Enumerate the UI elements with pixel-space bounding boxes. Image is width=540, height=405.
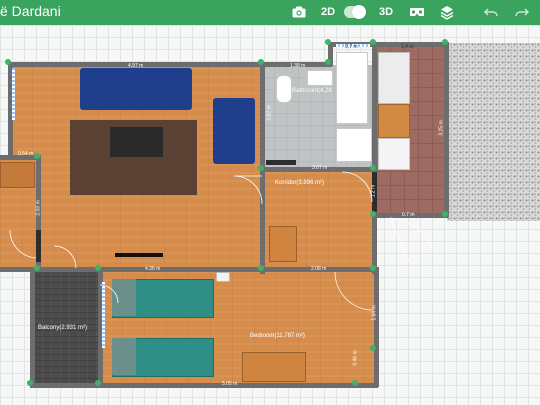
corner-node[interactable] [34, 153, 40, 159]
dim-bedroom-bottom-side: 0.46 m [352, 350, 359, 366]
dim-left-top: 0.54 m [18, 151, 34, 157]
corner-node[interactable] [258, 165, 264, 171]
window-left[interactable] [12, 68, 15, 120]
dim-bedroom-side: 1.64 m [371, 305, 378, 321]
corner-node[interactable] [442, 39, 448, 45]
dim-bath-right-top: 0.7 m [345, 44, 358, 50]
room-label-corridor[interactable]: Korridor(3.896 m²) [275, 180, 324, 186]
dim-living-top: 4.97 m [128, 63, 144, 69]
door-swings [9, 171, 433, 311]
corner-node[interactable] [258, 265, 264, 271]
corner-node[interactable] [95, 265, 101, 271]
corner-node[interactable] [325, 59, 331, 65]
dim-pantry-top: 1.4 m [401, 44, 414, 50]
dim-living-bottom: 4.36 m [145, 266, 161, 272]
corner-node[interactable] [34, 265, 40, 271]
dim-bedroom-bottom: 5.05 m [222, 381, 238, 387]
dim-corridor-side: 1.2 m [370, 184, 377, 198]
window-bedroom[interactable] [102, 282, 105, 348]
room-label-bathroom[interactable]: Bathroom(4.28 [292, 88, 332, 94]
room-label-bedroom[interactable]: Bedroom(11.787 m²) [250, 333, 305, 339]
corner-node[interactable] [352, 380, 358, 386]
dim-pantry-height: 3.25 m [438, 120, 445, 136]
corner-node[interactable] [5, 59, 11, 65]
corner-node[interactable] [370, 39, 376, 45]
dim-bath-height: 1.82 m [266, 105, 273, 121]
corner-node[interactable] [442, 211, 448, 217]
dim-bath-bottom: 3.07 m [312, 165, 328, 171]
room-label-balcony[interactable]: Balcony(2.931 m²) [38, 325, 87, 331]
dim-bath-top: 1.38 m [290, 63, 306, 69]
corner-node[interactable] [27, 380, 33, 386]
corner-node[interactable] [258, 59, 264, 65]
corner-node[interactable] [370, 165, 376, 171]
dim-corridor-bottom: 2.08 m [311, 266, 327, 272]
dim-pantry-bottom: 0.7 m [402, 212, 415, 218]
dim-left-side: 2.03 m [35, 200, 42, 216]
corner-node[interactable] [325, 39, 331, 45]
corner-node[interactable] [370, 345, 376, 351]
corner-node[interactable] [370, 211, 376, 217]
corner-node[interactable] [370, 265, 376, 271]
corner-node[interactable] [95, 380, 101, 386]
